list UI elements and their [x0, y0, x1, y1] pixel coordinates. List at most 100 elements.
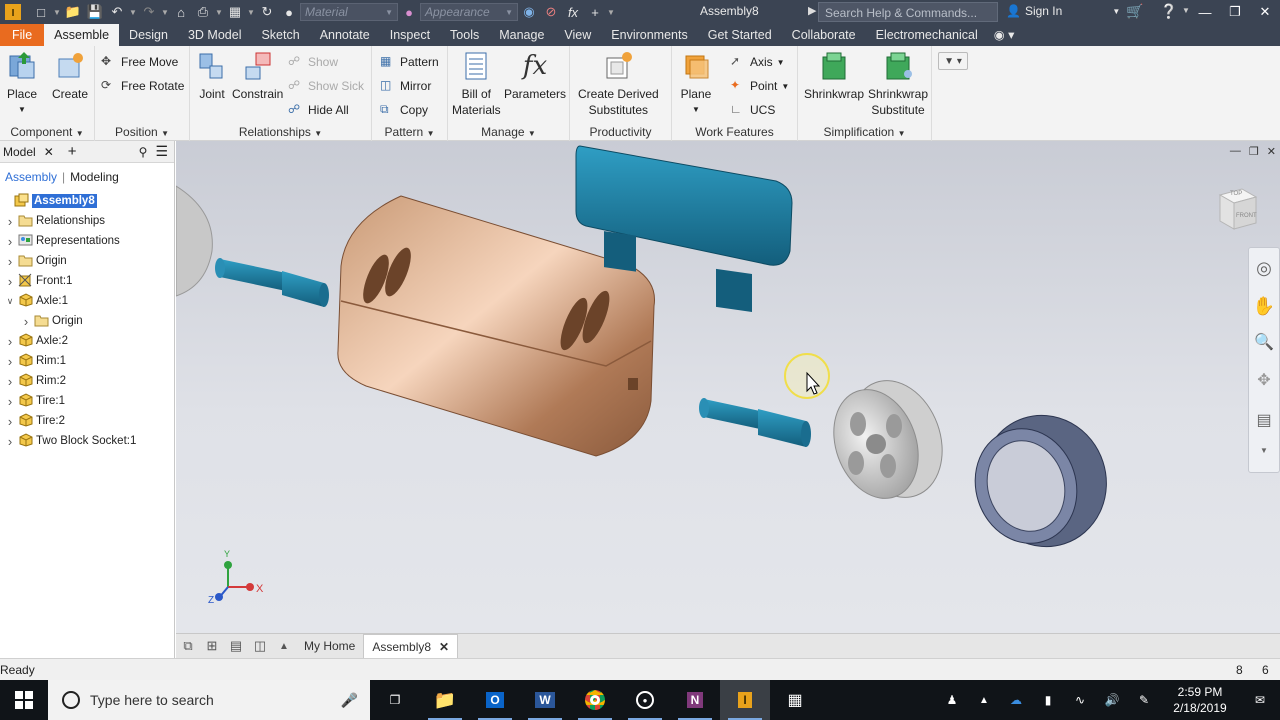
panel-label-pattern[interactable]: Pattern ▼ [372, 125, 447, 139]
volume-icon[interactable]: 🔊 [1096, 680, 1128, 720]
tab-inspect[interactable]: Inspect [380, 24, 440, 46]
redo-icon[interactable]: ↷ [138, 1, 160, 23]
chevron-right-icon[interactable]: › [4, 334, 16, 349]
new-icon[interactable]: □ [30, 1, 52, 23]
show-button[interactable]: ☍ Show [288, 54, 338, 70]
tab-design[interactable]: Design [119, 24, 178, 46]
hide-all-button[interactable]: ☍ Hide All [288, 102, 349, 118]
file-explorer-icon[interactable]: 📁 [420, 680, 470, 720]
chevron-down-icon[interactable]: ▼ [246, 8, 256, 17]
tab-annotate[interactable]: Annotate [310, 24, 380, 46]
close-icon[interactable]: ✕ [1250, 0, 1280, 24]
parameters-button[interactable]: fx Parameters [504, 50, 566, 102]
cascade-windows-icon[interactable]: ⧉ [176, 634, 200, 658]
chevron-right-icon[interactable]: › [4, 254, 16, 269]
tree-item[interactable]: › Rim:2 [0, 371, 174, 391]
open-folder-icon[interactable]: 📁 [62, 1, 84, 23]
outlook-icon[interactable]: O [470, 680, 520, 720]
close-icon[interactable]: ✕ [44, 145, 54, 159]
hamburger-menu-icon[interactable]: ☰ [155, 143, 168, 160]
chevron-right-icon[interactable]: › [4, 234, 16, 249]
chevron-up-icon[interactable]: ▲ [968, 680, 1000, 720]
clear-appearance-icon[interactable]: ⊘ [540, 1, 562, 23]
tab-environments[interactable]: Environments [601, 24, 697, 46]
inventor-taskbar-icon[interactable]: I [720, 680, 770, 720]
tree-item[interactable]: › Representations [0, 231, 174, 251]
tree-item[interactable]: › Rim:1 [0, 351, 174, 371]
action-center-icon[interactable]: ✉ [1240, 680, 1280, 720]
chevron-right-icon[interactable]: › [20, 314, 32, 329]
taskbar-search-input[interactable]: Type here to search 🎤 [48, 680, 370, 720]
panel-label-relationships[interactable]: Relationships ▼ [190, 125, 371, 139]
ribbon-options-icon[interactable]: ◉ ▾ [988, 24, 1021, 46]
chevron-right-icon[interactable]: › [4, 414, 16, 429]
pen-icon[interactable]: ✎ [1128, 680, 1160, 720]
fx-icon[interactable]: fx [562, 1, 584, 23]
ribbon-panel-options-icon[interactable]: ▼ ▾ [938, 52, 968, 70]
tab-sketch[interactable]: Sketch [251, 24, 309, 46]
word-icon[interactable]: W [520, 680, 570, 720]
restore-icon[interactable]: ❐ [1249, 145, 1259, 158]
model-tab-label[interactable]: Model [3, 145, 36, 159]
tree-item[interactable]: ∨ Axle:1 [0, 291, 174, 311]
tree-item[interactable]: › Relationships [0, 211, 174, 231]
task-view-icon[interactable]: ❐ [370, 680, 420, 720]
constrain-button[interactable]: Constrain [232, 50, 283, 102]
chevron-up-icon[interactable]: ▲ [272, 634, 296, 658]
chevron-down-icon[interactable]: ▼ [160, 8, 170, 17]
adjust-appearance-icon[interactable]: ◉ [518, 1, 540, 23]
sign-in-button[interactable]: 👤 Sign In ▼ [1006, 4, 1120, 18]
close-icon[interactable]: ✕ [1267, 145, 1276, 158]
tab-assemble[interactable]: Assemble [44, 24, 120, 46]
look-at-icon[interactable]: ▤ [1249, 400, 1279, 440]
bill-of-materials-button[interactable]: Bill of Materials [452, 50, 501, 118]
material-combo[interactable]: Material ▼ [300, 3, 398, 21]
tree-item[interactable]: › Two Block Socket:1 [0, 431, 174, 451]
panel-label-simplification[interactable]: Simplification ▼ [798, 125, 931, 139]
media-player-icon[interactable]: ● [620, 680, 670, 720]
chrome-icon[interactable] [570, 680, 620, 720]
onedrive-cloud-icon[interactable]: ☁ [1000, 680, 1032, 720]
inventor-logo-icon[interactable]: I [0, 0, 26, 24]
chevron-down-icon[interactable]: ▼ [128, 8, 138, 17]
taskbar-clock[interactable]: 2:59 PM 2/18/2019 [1160, 684, 1240, 716]
add-browser-tab-icon[interactable]: + [68, 143, 77, 160]
minimize-icon[interactable]: — [1230, 145, 1241, 158]
home-icon[interactable]: ⌂ [170, 1, 192, 23]
axis-button[interactable]: ➚ Axis ▼ [730, 54, 785, 70]
save-icon[interactable]: 💾 [84, 1, 106, 23]
tile-horizontal-icon[interactable]: ▤ [224, 634, 248, 658]
tree-item[interactable]: › Tire:2 [0, 411, 174, 431]
restore-icon[interactable]: ❐ [1220, 0, 1250, 24]
chevron-down-icon[interactable]: ∨ [4, 296, 16, 307]
tab-get-started[interactable]: Get Started [698, 24, 782, 46]
onenote-icon[interactable]: N [670, 680, 720, 720]
panel-label-position[interactable]: Position ▼ [95, 125, 189, 139]
panel-label-component[interactable]: Component ▼ [0, 125, 94, 139]
plane-button[interactable]: Plane ▼ [680, 50, 712, 118]
orbit-icon[interactable]: ✥ [1249, 360, 1279, 400]
tree-item[interactable]: › Axle:2 [0, 331, 174, 351]
chevron-right-icon[interactable]: › [4, 354, 16, 369]
pattern-button[interactable]: ▦ Pattern [380, 54, 439, 70]
viewcube[interactable]: TOP FRONT [1212, 185, 1260, 235]
help-search-input[interactable]: Search Help & Commands... [818, 2, 998, 22]
show-sick-button[interactable]: ☍ Show Sick [288, 78, 364, 94]
chevron-right-icon[interactable]: › [4, 214, 16, 229]
shrinkwrap-button[interactable]: Shrinkwrap [804, 50, 864, 102]
select-filter-icon[interactable]: ▦ [224, 1, 246, 23]
search-icon[interactable]: ⚲ [139, 145, 148, 159]
microphone-icon[interactable]: 🎤 [341, 692, 358, 709]
chevron-down-icon[interactable]: ▼ [1182, 6, 1190, 15]
copy-button[interactable]: ⧉ Copy [380, 102, 428, 118]
chevron-right-icon[interactable]: ▶ [808, 4, 816, 17]
chevron-down-icon[interactable]: ▼ [214, 8, 224, 17]
zoom-icon[interactable]: 🔍 [1249, 324, 1279, 360]
windows-start-icon[interactable] [0, 680, 48, 720]
modeling-mode-link[interactable]: Modeling [70, 170, 119, 184]
panel-label-manage[interactable]: Manage ▼ [448, 125, 569, 139]
chevron-right-icon[interactable]: › [4, 394, 16, 409]
battery-icon[interactable]: ▮ [1032, 680, 1064, 720]
chevron-right-icon[interactable]: › [4, 274, 16, 289]
point-button[interactable]: ✦ Point ▼ [730, 78, 789, 94]
